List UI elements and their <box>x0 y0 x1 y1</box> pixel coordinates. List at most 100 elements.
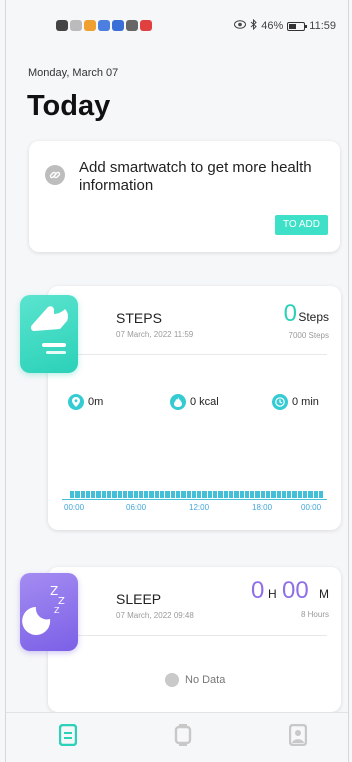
page-title: Today <box>27 90 111 122</box>
sleep-hours-unit: H <box>268 587 277 601</box>
timeline-bar <box>228 491 234 498</box>
timeline-bar <box>80 491 85 498</box>
timeline-bar <box>271 491 276 498</box>
timeline-bar <box>297 491 303 498</box>
timeline-bar <box>276 491 281 498</box>
timeline-bar <box>154 491 160 498</box>
timeline-bar <box>175 491 181 498</box>
sleep-goal: 8 Hours <box>300 610 329 619</box>
steps-title: STEPS <box>116 310 162 326</box>
divider <box>62 354 327 355</box>
timeline-bar <box>144 491 149 498</box>
profile-icon <box>288 723 308 751</box>
steps-value: 0 <box>283 300 297 327</box>
bluetooth-icon <box>250 18 257 33</box>
distance-value: 0m <box>88 396 104 408</box>
timeline-bar <box>70 491 75 498</box>
timeline-bar <box>122 491 128 498</box>
time-tick: 00:00 <box>301 503 322 512</box>
timeline-bar <box>303 491 308 498</box>
health-list-icon <box>58 723 78 751</box>
no-data-label: No Data <box>185 674 226 686</box>
steps-unit: Steps <box>298 310 329 324</box>
timeline-bar <box>234 491 239 498</box>
distance-metric: 0m <box>68 394 103 410</box>
time-tick: 12:00 <box>189 503 210 512</box>
timeline-bar <box>313 491 318 498</box>
calories-metric: 0 kcal <box>170 394 219 410</box>
timeline-bar <box>149 491 154 498</box>
timeline-bar <box>117 491 122 498</box>
timeline-bar <box>223 491 228 498</box>
link-icon <box>45 165 65 185</box>
flame-icon <box>170 394 186 410</box>
timeline-bar <box>213 491 218 498</box>
nav-health-tab[interactable] <box>56 723 80 751</box>
timeline-bar <box>91 491 96 498</box>
time-tick: 00:00 <box>64 503 85 512</box>
timeline-bar <box>191 491 197 498</box>
timeline-bar <box>244 491 250 498</box>
notification-icons <box>56 20 152 31</box>
timeline-bar <box>138 491 144 498</box>
nav-device-tab[interactable] <box>171 723 195 749</box>
steps-card[interactable]: STEPS 07 March, 2022 11:59 0 Steps 7000 … <box>48 286 341 530</box>
timeline-bar <box>160 491 165 498</box>
timeline-bar <box>96 491 101 498</box>
clock-icon <box>272 394 288 410</box>
timeline-bar <box>101 491 107 498</box>
timeline-bar <box>265 491 271 498</box>
to-add-button[interactable]: TO ADD <box>274 215 328 235</box>
timeline-bar <box>112 491 117 498</box>
timeline-bar <box>133 491 138 498</box>
app-notification-icon <box>98 20 110 31</box>
timeline-bar <box>287 491 292 498</box>
sleep-minutes: 00 <box>282 577 309 604</box>
nav-profile-tab[interactable] <box>286 723 310 751</box>
steps-badge <box>20 295 78 373</box>
timeline-bar <box>239 491 244 498</box>
timeline-bar <box>197 491 202 498</box>
divider <box>62 635 327 636</box>
no-data-indicator: No Data <box>165 673 225 687</box>
duration-value: 0 min <box>292 396 319 408</box>
timeline-bar <box>85 491 91 498</box>
timeline-bar <box>260 491 265 498</box>
timeline-bar <box>281 491 287 498</box>
sleep-timestamp: 07 March, 2022 09:48 <box>116 611 194 620</box>
timeline-bar <box>165 491 170 498</box>
app-notification-icon <box>140 20 152 31</box>
add-smartwatch-message: Add smartwatch to get more health inform… <box>79 159 312 194</box>
steps-goal: 7000 Steps <box>288 331 329 340</box>
timeline-bar <box>186 491 191 498</box>
location-pin-icon <box>68 394 84 410</box>
battery-percent: 46% <box>261 20 284 32</box>
timeline-bar <box>250 491 255 498</box>
eye-icon <box>234 20 247 32</box>
timeline-bar <box>308 491 313 498</box>
svg-text:Z: Z <box>50 584 58 598</box>
timeline-bar <box>128 491 133 498</box>
sneaker-icon <box>20 306 78 377</box>
clock: 11:59 <box>309 20 336 32</box>
timeline-bar <box>218 491 223 498</box>
app-notification-icon <box>112 20 124 31</box>
timeline-axis <box>62 499 327 500</box>
time-tick: 06:00 <box>126 503 147 512</box>
sleep-title: SLEEP <box>116 591 162 607</box>
calories-value: 0 kcal <box>190 396 219 408</box>
timeline-bar <box>318 491 324 498</box>
time-tick: 18:00 <box>252 503 273 512</box>
svg-text:Z: Z <box>54 606 60 615</box>
app-notification-icon <box>126 20 138 31</box>
timeline-bar <box>75 491 80 498</box>
system-status: 46% 11:59 <box>234 18 336 33</box>
app-notification-icon <box>84 20 96 31</box>
battery-icon <box>287 21 308 31</box>
moon-zzz-icon: Z Z Z <box>20 584 78 655</box>
duration-metric: 0 min <box>272 394 319 410</box>
current-date: Monday, March 07 <box>28 67 119 79</box>
sleep-hours: 0 <box>251 577 265 604</box>
timeline-bar <box>202 491 207 498</box>
sleep-card[interactable]: SLEEP 07 March, 2022 09:48 0 H 00 M 8 Ho… <box>48 567 341 712</box>
